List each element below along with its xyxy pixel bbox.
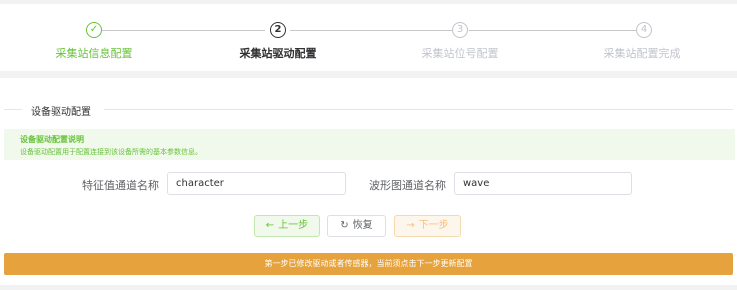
- wave-channel-label: 波形图通道名称: [369, 179, 446, 192]
- section-divider: [104, 109, 733, 110]
- step-4-title: 采集站配置完成: [603, 47, 681, 60]
- section-divider: [4, 109, 22, 110]
- driver-config-panel: 设备驱动配置 设备驱动配置说明 设备驱动配置用于配置连接到该设备所需的基本参数信…: [0, 78, 737, 290]
- step-connector: [102, 30, 265, 31]
- step-3-title: 采集站位号配置: [421, 47, 499, 60]
- next-step-label: 下一步: [418, 220, 449, 231]
- reset-button[interactable]: ↻ 恢复: [327, 215, 386, 237]
- info-description: 设备驱动配置用于配置连接到该设备所需的基本参数信息。: [20, 148, 202, 156]
- arrow-left-icon: ←: [265, 220, 275, 231]
- info-alert: 设备驱动配置说明 设备驱动配置用于配置连接到该设备所需的基本参数信息。: [4, 129, 735, 160]
- arrow-right-icon: →: [406, 220, 415, 231]
- steps-bar: ✓ 2 3 4 采集站信息配置 采集站驱动配置 采集站位号配置 采集站配置完成: [0, 4, 737, 71]
- refresh-icon: ↻: [340, 220, 349, 231]
- step-1-check-icon: ✓: [86, 22, 102, 38]
- prev-step-label: 上一步: [278, 220, 309, 231]
- prev-step-button[interactable]: ← 上一步: [254, 215, 320, 237]
- next-step-button[interactable]: → 下一步: [394, 215, 461, 237]
- wave-channel-input[interactable]: [454, 172, 632, 195]
- update-warning-alert: 第一步已修改驱动或者传感器，当前须点击下一步更新配置: [4, 253, 733, 275]
- step-2-number-icon: 2: [270, 22, 286, 38]
- step-4-number-icon: 4: [636, 22, 652, 38]
- step-connector: [290, 30, 452, 31]
- step-2-title: 采集站驱动配置: [239, 47, 317, 60]
- section-title: 设备驱动配置: [31, 103, 91, 118]
- info-title: 设备驱动配置说明: [20, 135, 84, 144]
- feature-channel-label: 特征值通道名称: [82, 179, 159, 192]
- step-3-number-icon: 3: [452, 22, 468, 38]
- step-connector: [469, 30, 636, 31]
- reset-label: 恢复: [352, 220, 373, 231]
- feature-channel-input[interactable]: [167, 172, 346, 195]
- step-1-title: 采集站信息配置: [55, 47, 133, 60]
- bottom-divider: [0, 285, 737, 290]
